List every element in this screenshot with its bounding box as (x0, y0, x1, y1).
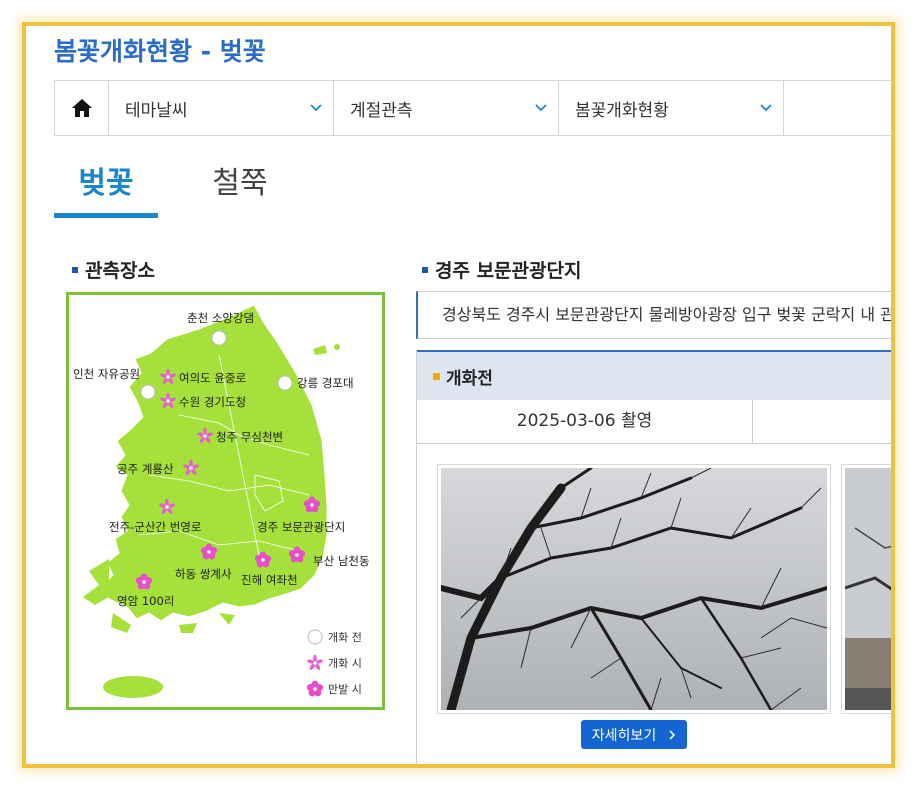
map-location-label[interactable]: 경주 보문관광단지 (257, 520, 345, 534)
map-location-label[interactable]: 강릉 경포대 (297, 376, 354, 390)
cherry-tree-photo[interactable] (437, 464, 831, 714)
page-content: 봄꽃개화현황 - 벚꽃 테마날씨 계절관측 봄꽃개화현황 벚꽃 철쭉 관측장소 … (32, 26, 891, 764)
observation-map: 춘천 소양강댐인천 자유공원 여의도 윤중로 강릉 경포대수원 경기도청청주 무심천… (66, 292, 385, 710)
map-location-label[interactable]: 여의도 윤중로 (179, 371, 246, 385)
stage-label: 개화전 (446, 368, 493, 389)
map-section-title: 관측장소 (72, 256, 155, 283)
map-location-label[interactable]: 청주 무심천변 (216, 430, 283, 444)
nav-season-observation[interactable]: 계절관측 (334, 81, 559, 135)
korea-map: 춘천 소양강댐인천 자유공원 여의도 윤중로 강릉 경포대수원 경기도청청주 무심천… (73, 304, 370, 698)
map-location-label[interactable]: 영암 100리 (117, 594, 174, 608)
map-location-label[interactable]: 춘천 소양강댐 (187, 311, 254, 325)
map-location-label[interactable]: 공주 계룡산 (117, 462, 174, 476)
photo-date: 2025-03-06 촬영 (417, 400, 753, 443)
detail-section-title-text: 경주 보문관광단지 (435, 260, 582, 282)
bullet-square (72, 266, 78, 273)
map-location-label[interactable]: 부산 남천동 (313, 554, 370, 568)
legend-blooming-icon (306, 654, 324, 671)
legend-full-label: 만발 시 (328, 683, 362, 696)
tab-azalea[interactable]: 철쭉 (188, 158, 292, 218)
page-title: 봄꽃개화현황 - 벚꽃 (54, 37, 266, 66)
tab-cherry-blossom[interactable]: 벚꽃 (54, 158, 158, 218)
second-photo-image (845, 468, 891, 710)
nav-spring-flower-status[interactable]: 봄꽃개화현황 (559, 81, 784, 135)
tree-photo-image (441, 468, 827, 710)
bullet-square (422, 266, 428, 273)
bullet-square (433, 372, 440, 380)
flower-tabs: 벚꽃 철쭉 (54, 158, 292, 218)
map-location-label[interactable]: 수원 경기도청 (179, 395, 246, 409)
detail-view-button-label: 자세히보기 (591, 727, 657, 744)
home-button[interactable] (55, 81, 109, 135)
legend-before-icon (307, 629, 323, 645)
nav-theme-weather[interactable]: 테마날씨 (109, 81, 334, 135)
chevron-right-icon (669, 729, 676, 740)
nav-item-label: 테마날씨 (125, 100, 188, 121)
map-location-label[interactable]: 하동 쌍계사 (175, 567, 232, 581)
stage-panel: 개화전 2025-03-06 촬영 자세히보기 (416, 350, 891, 764)
chevron-down-icon (310, 104, 322, 112)
map-marker-before[interactable] (211, 330, 227, 346)
home-icon (71, 99, 92, 117)
breadcrumb-nav: 테마날씨 계절관측 봄꽃개화현황 (54, 80, 891, 136)
map-location-label[interactable]: 전주-군산간 번영로 (109, 520, 201, 534)
map-location-label[interactable]: 인천 자유공원 (73, 367, 140, 381)
stage-header: 개화전 (417, 350, 891, 400)
legend-before-label: 개화 전 (328, 631, 362, 644)
screenshot-frame: 봄꽃개화현황 - 벚꽃 테마날씨 계절관측 봄꽃개화현황 벚꽃 철쭉 관측장소 … (22, 22, 895, 768)
chevron-down-icon (535, 104, 547, 112)
map-location-label[interactable]: 진해 여좌천 (241, 573, 298, 587)
detail-section-title: 경주 보문관광단지 (422, 256, 581, 283)
location-description: 경상북도 경주시 보문관광단지 물레방아광장 입구 벚꽃 군락지 내 관 (416, 291, 891, 339)
detail-view-button[interactable]: 자세히보기 (581, 720, 687, 749)
map-legend: 개화 전 개화 시 만발 시 (306, 629, 362, 698)
map-marker-before[interactable] (140, 384, 156, 400)
nav-item-label: 계절관측 (350, 100, 413, 121)
legend-blooming-flower[interactable] (306, 654, 324, 671)
chevron-down-icon (760, 104, 772, 112)
nav-item-label: 봄꽃개화현황 (575, 100, 669, 121)
legend-full-icon (306, 680, 324, 698)
jeju-island (103, 676, 163, 698)
map-section-title-text: 관측장소 (85, 260, 155, 282)
second-photo[interactable] (841, 464, 891, 714)
legend-full-flower[interactable] (306, 680, 324, 698)
date-row: 2025-03-06 촬영 (417, 400, 891, 444)
legend-blooming-label: 개화 시 (328, 657, 362, 670)
map-marker-before[interactable] (277, 375, 293, 391)
